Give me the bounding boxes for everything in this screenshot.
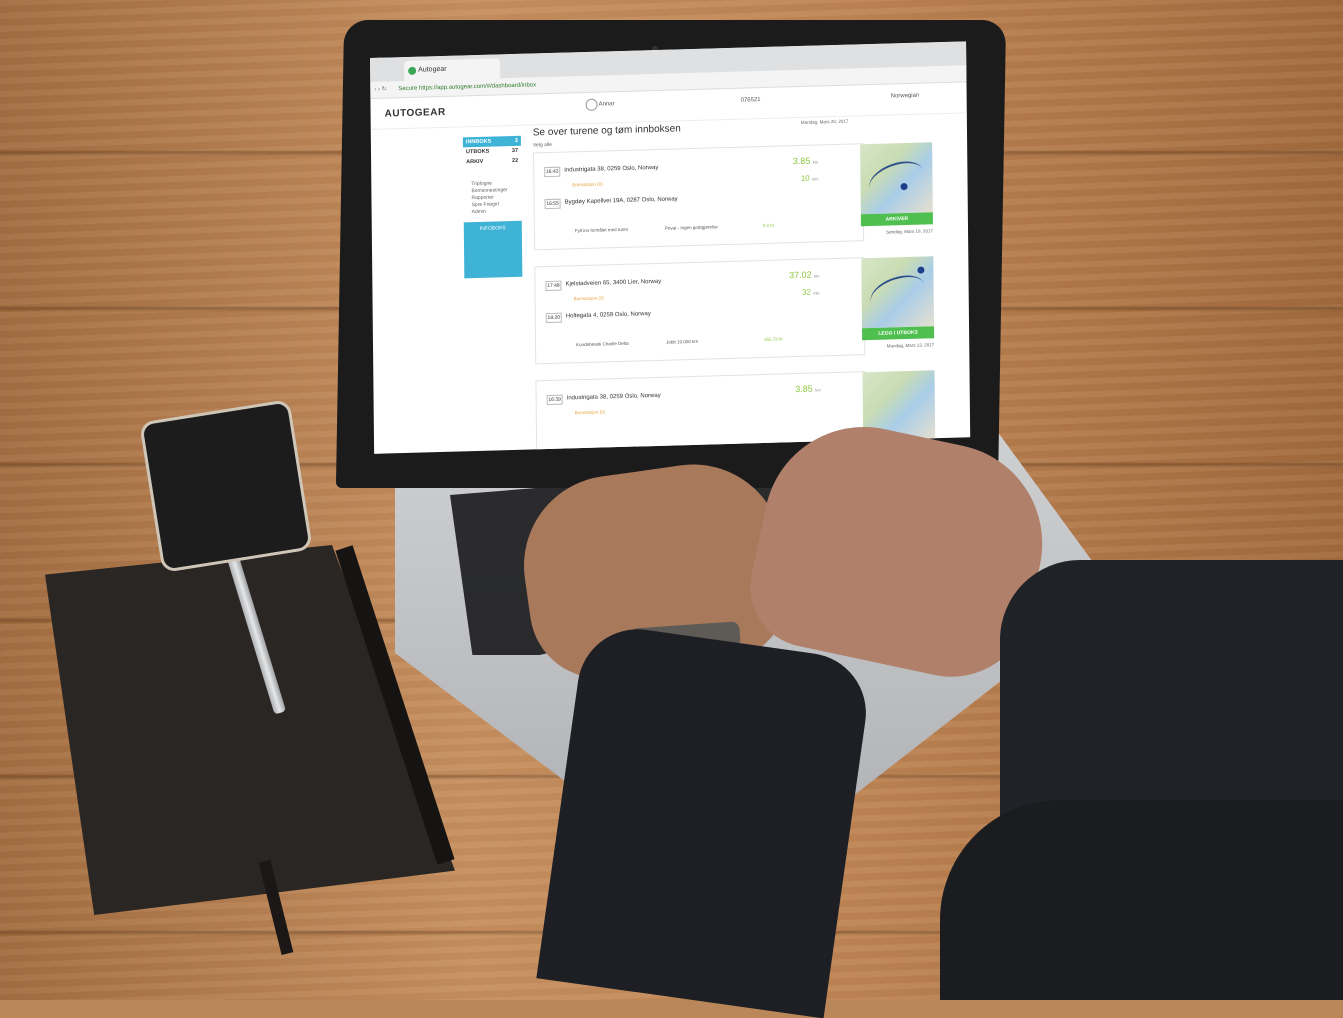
address-text: Secure https://app.autogear.com/#/dashbo… xyxy=(398,82,537,93)
end-time: 18:20 xyxy=(545,312,562,324)
tab-title: Autogear xyxy=(418,65,447,74)
trip-distance: 3.85 km xyxy=(792,155,819,167)
start-address: Kjelstadveien 65, 3400 Lier, Norway xyxy=(565,278,662,288)
archive-button[interactable]: ARKIVER xyxy=(860,212,933,227)
purpose-input[interactable]: Fyll inn formålet med turen xyxy=(575,227,628,233)
app-logo[interactable]: AUTOGEAR xyxy=(385,107,446,120)
left-arm-sleeve xyxy=(536,621,874,1018)
start-address: Industrigata 38, 0259 Oslo, Norway xyxy=(566,392,661,402)
main-content: Se over turene og tøm innboksen Velg all… xyxy=(533,116,936,454)
language-selector[interactable]: Norwegian xyxy=(891,93,920,100)
back-forward-icon[interactable]: ‹ › ↻ xyxy=(374,82,387,98)
trip-duration: 10 min xyxy=(800,173,819,183)
move-to-outbox-button[interactable]: LEGG I UTBOKS xyxy=(862,326,935,341)
trip-amount: 355.78 kr xyxy=(764,336,783,342)
user-name[interactable]: Annar xyxy=(599,101,615,107)
trip-date: Mandag, Mars 13, 2017 xyxy=(886,342,935,349)
sidebar: INNBOKS 3 UTBOKS 37 ARKIV 22 Triplogne Boms… xyxy=(462,135,523,279)
start-time: 16:43 xyxy=(544,166,561,178)
end-address: Holtegata 4, 0259 Oslo, Norway xyxy=(565,311,651,320)
trip-distance: 37.02 km xyxy=(788,269,820,281)
smartphone xyxy=(139,399,313,573)
person-shoulder xyxy=(940,800,1343,1000)
start-time: 16:39 xyxy=(546,394,563,406)
map-pin-icon xyxy=(917,266,925,274)
trip-distance: 3.85 km xyxy=(795,383,821,395)
purpose-input[interactable]: Kundebesøk Charlie Delta xyxy=(576,341,629,347)
route-line xyxy=(864,154,929,204)
trip-duration: 32 min xyxy=(801,287,820,297)
start-address: Industrigata 38, 0259 Oslo, Norway xyxy=(564,164,659,174)
start-time: 17:48 xyxy=(545,280,562,292)
favicon-icon xyxy=(408,66,417,75)
trip-map[interactable] xyxy=(860,142,933,215)
category-select[interactable]: Privat - Ingen godtgjørelse xyxy=(665,224,718,230)
category-select[interactable]: Jobb 10.000 km xyxy=(666,339,698,345)
id-field[interactable]: 076521 xyxy=(741,97,761,104)
toll-station: Bomstasjon (0) xyxy=(574,409,606,416)
sidebar-item-archive[interactable]: ARKIV 22 xyxy=(463,156,521,168)
end-time: 16:55 xyxy=(544,198,561,210)
laptop-screen: Autogear ‹ › ↻ Secure https://app.autoge… xyxy=(370,41,971,454)
end-address: Bygdøy Kapellvei 19A, 0287 Oslo, Norway xyxy=(564,196,678,206)
sidebar-link[interactable]: Admin xyxy=(464,208,522,217)
info-box: INFOBOKS xyxy=(463,220,523,279)
route-line xyxy=(866,268,930,318)
trip-map[interactable] xyxy=(861,256,935,329)
toll-station: Bomstasjon (2) xyxy=(573,295,604,302)
toll-station: Bomstasjon (0) xyxy=(572,181,603,188)
trip-date: Søndag, Mars 19, 2017 xyxy=(885,228,934,235)
browser-tab[interactable]: Autogear xyxy=(404,58,501,82)
user-icon[interactable] xyxy=(585,98,598,111)
trip-card: 17:48 Kjelstadveien 65, 3400 Lier, Norwa… xyxy=(534,256,934,365)
trip-card: 16:43 Industrigata 38, 0259 Oslo, Norway… xyxy=(533,142,933,251)
trip-amount: 0.0 kr xyxy=(762,222,775,229)
